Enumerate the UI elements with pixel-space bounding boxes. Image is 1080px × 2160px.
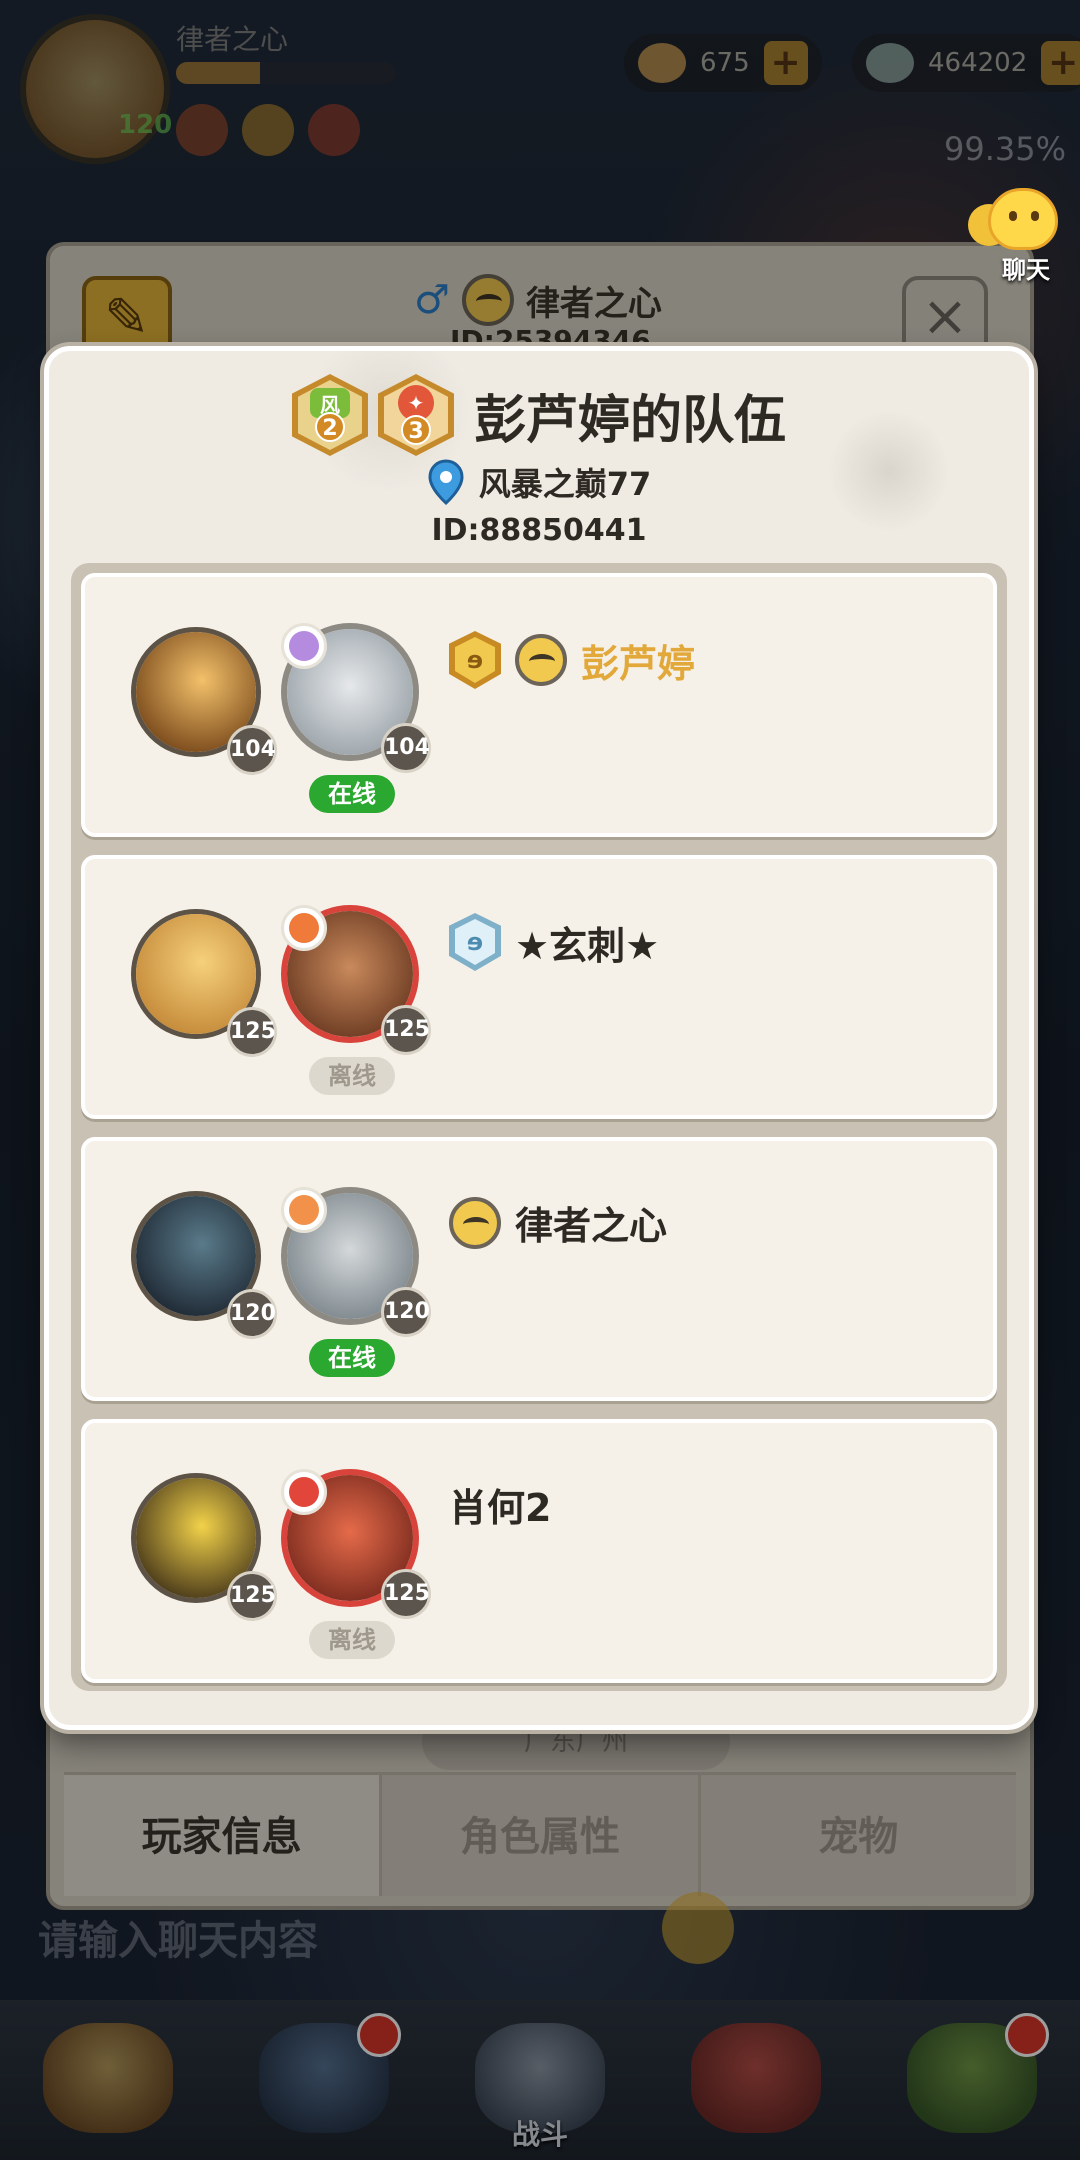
member-card[interactable]: 125 125 离线 肖何2 [81,1419,997,1683]
team-badge-wind-icon: 风 2 [291,374,368,456]
team-location: 风暴之巅77 [49,459,1029,505]
character-level-badge: 120 [381,1287,431,1337]
member-card[interactable]: 104 104 在线 ɘ 彭芦婷 [81,573,997,837]
character-level-badge: 125 [381,1005,431,1055]
status-badge: 在线 [309,775,395,813]
chat-face-icon [988,188,1058,250]
team-location-text: 风暴之巅77 [478,465,652,503]
chat-label: 聊天 [1002,256,1050,284]
pet-level-badge: 125 [227,1571,277,1621]
badge-level: 2 [314,412,345,442]
class-icon [281,905,327,951]
rank-shield-icon: ɘ [449,631,501,689]
class-icon [281,623,327,669]
member-list: 104 104 在线 ɘ 彭芦婷 125 125 离线 ɘ ★玄刺★ 120 1… [71,563,1007,1691]
member-name: 律者之心 [515,1204,668,1248]
member-name-row: ɘ 彭芦婷 [449,631,695,689]
status-badge: 在线 [309,1339,395,1377]
pet-level-badge: 125 [227,1007,277,1057]
pet-level-badge: 104 [227,725,277,775]
status-badge: 离线 [309,1621,395,1659]
member-name: ★玄刺★ [515,923,660,968]
chat-button[interactable]: 聊天 [962,188,1072,288]
rank-shield-icon: ɘ [449,913,501,971]
member-name-row: 肖何2 [449,1477,551,1532]
character-level-badge: 104 [381,723,431,773]
member-card[interactable]: 125 125 离线 ɘ ★玄刺★ [81,855,997,1119]
team-title: 彭芦婷的队伍 [473,390,786,451]
team-badge-fire-icon: ✦ 3 [377,374,454,456]
class-icon [281,1469,327,1515]
member-name-row: 律者之心 [449,1195,667,1250]
team-header: 风 2 ✦ 3 彭芦婷的队伍 [49,365,1029,465]
member-card[interactable]: 120 120 在线 律者之心 [81,1137,997,1401]
title-badge-icon [515,634,567,686]
member-name-row: ɘ ★玄刺★ [449,913,659,971]
character-level-badge: 125 [381,1569,431,1619]
team-id: ID:88850441 [431,513,647,548]
status-badge: 离线 [309,1057,395,1095]
pet-level-badge: 120 [227,1289,277,1339]
location-pin-icon [427,459,465,505]
title-badge-icon [449,1196,501,1249]
member-name: 彭芦婷 [581,641,696,686]
badge-level: 3 [400,415,431,445]
class-icon [281,1187,327,1233]
team-dialog: 风 2 ✦ 3 彭芦婷的队伍 风暴之巅77 ID:88850441 104 10… [44,346,1034,1730]
member-name: 肖何2 [449,1486,552,1530]
